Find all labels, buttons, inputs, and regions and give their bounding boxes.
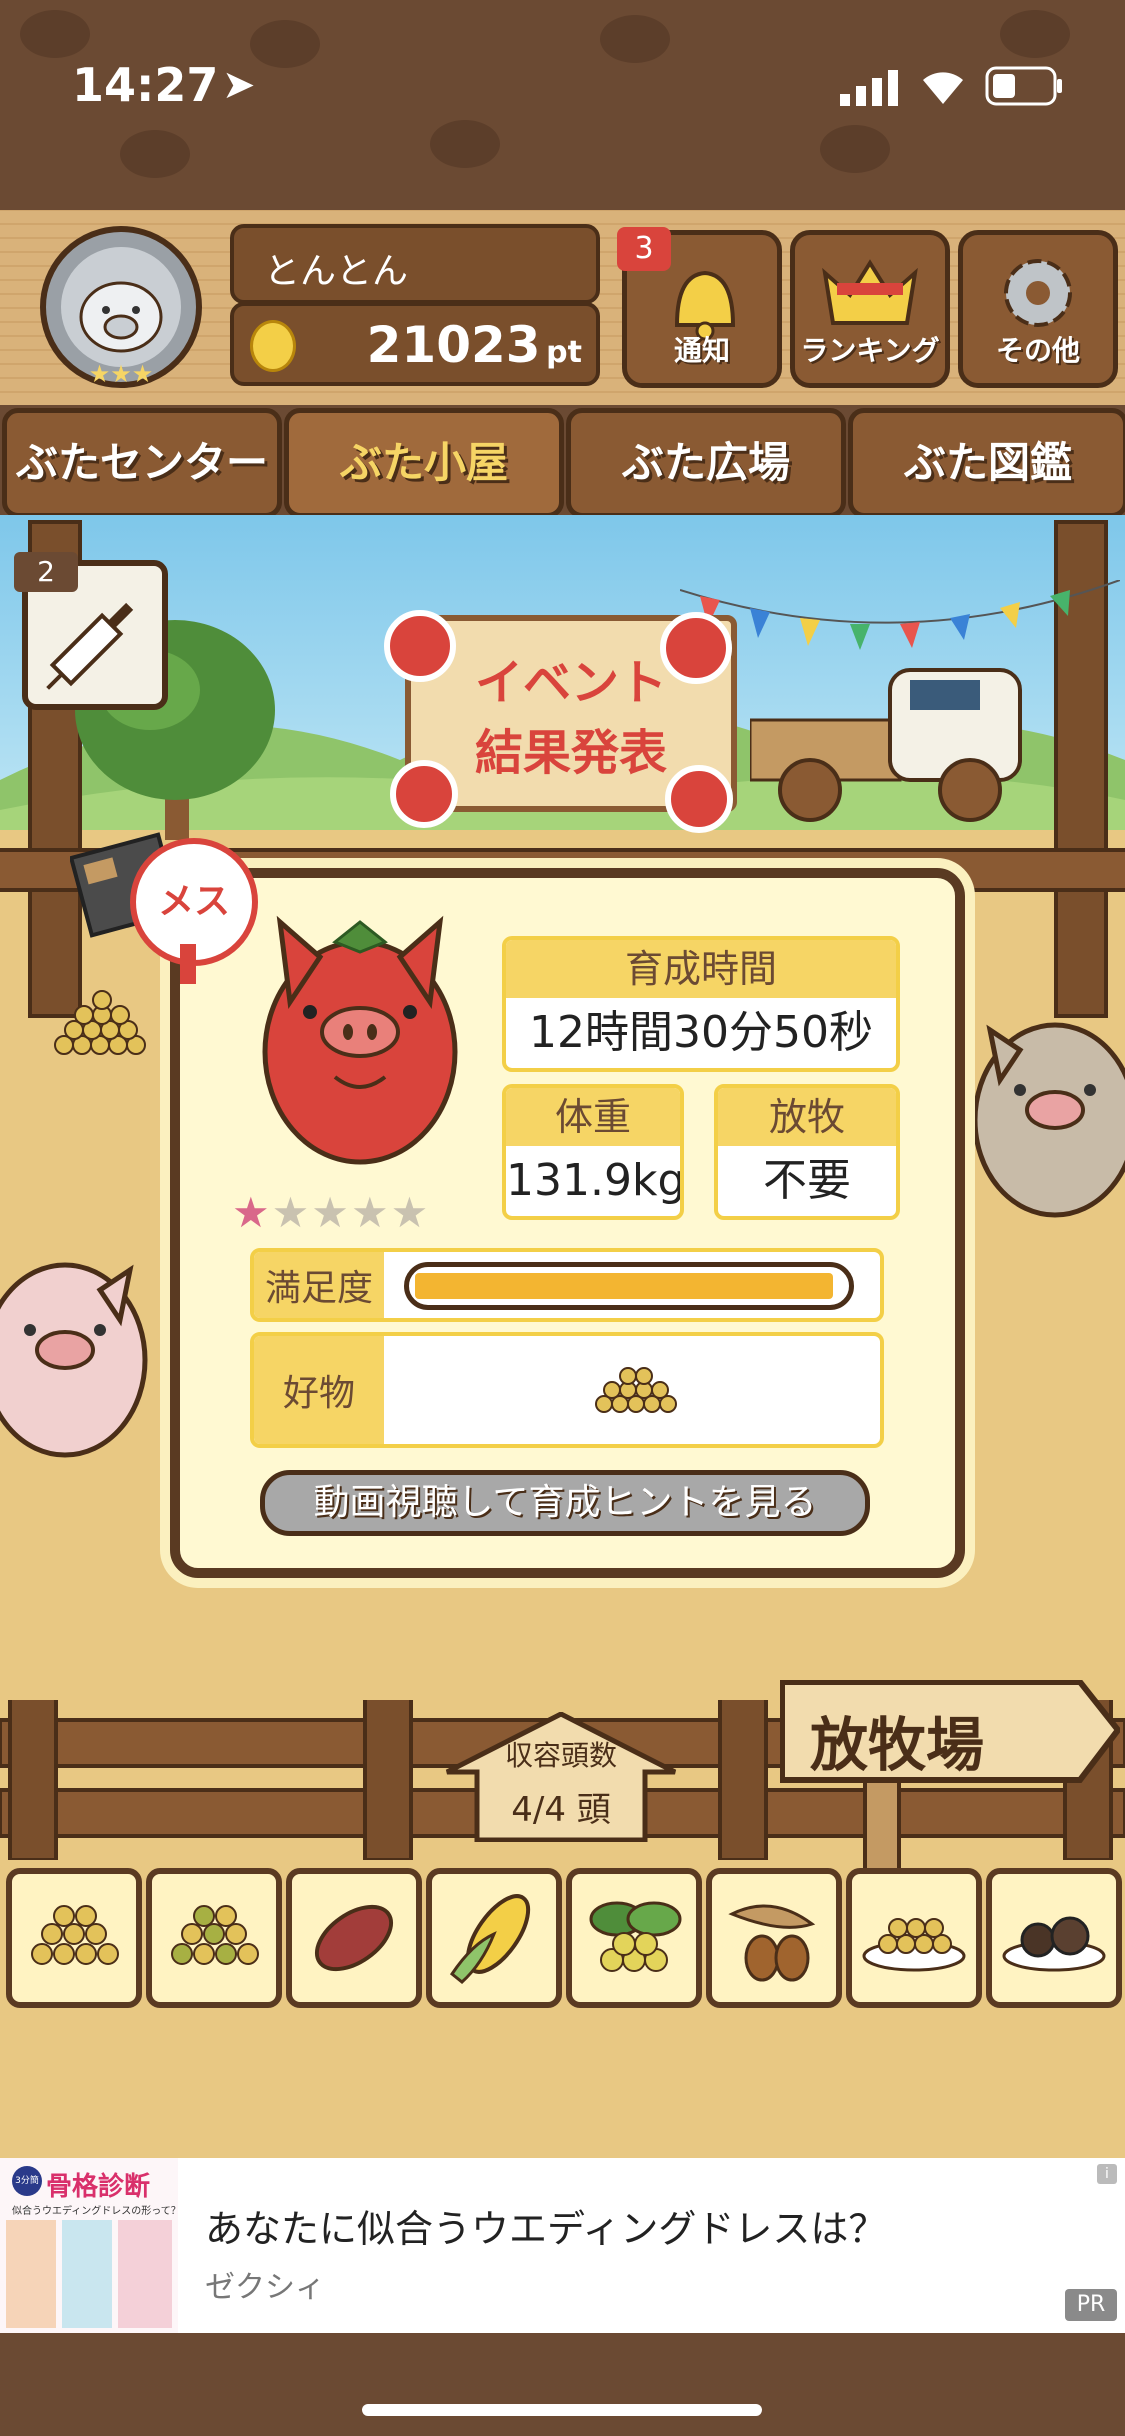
growth-time-box: 育成時間 12時間30分50秒	[502, 936, 900, 1072]
ad-info-icon[interactable]: i	[1097, 2164, 1117, 2184]
gender-label: メス	[157, 881, 230, 922]
soybean-icon	[595, 1367, 677, 1413]
rarity-stars: ★★★★★	[232, 1188, 430, 1237]
herb-berries-icon	[589, 1901, 682, 1972]
pasture-sign[interactable]: 放牧場	[780, 1680, 1120, 1880]
feed-mixed-beans[interactable]	[146, 1868, 282, 2008]
satisfaction-bar	[404, 1262, 854, 1310]
ad-image-title: 骨格診断	[46, 2172, 151, 2202]
star-empty-icon: ★★★★	[271, 1188, 431, 1237]
player-name-box: とんとん	[230, 224, 600, 304]
feed-soybean[interactable]	[6, 1868, 142, 2008]
wifi-icon	[918, 64, 968, 106]
crown-icon	[822, 259, 918, 325]
satisfaction-bar-fill	[415, 1273, 833, 1299]
ranking-label: ランキング	[800, 334, 940, 367]
player-avatar[interactable]: ★★★	[28, 222, 214, 392]
points-unit: pt	[546, 335, 582, 370]
bottom-background	[0, 2333, 1125, 2436]
feed-herb-berries[interactable]	[566, 1868, 702, 2008]
capacity-sign: 収容頭数 4/4 頭	[445, 1712, 677, 1842]
growth-time-value: 12時間30分50秒	[529, 1007, 873, 1058]
female-icon	[180, 944, 196, 984]
bowl-beans-icon	[862, 1918, 966, 1972]
favorite-food-label: 好物	[254, 1336, 384, 1444]
points-value: 21023	[366, 316, 541, 374]
gear-icon	[1004, 259, 1072, 327]
truffle-icon	[1002, 1916, 1106, 1972]
ad-image[interactable]: 3分簡単 骨格診断 似合うウエディングドレスの形って？	[0, 2158, 178, 2333]
ad-banner[interactable]: 3分簡単 骨格診断 似合うウエディングドレスの形って？ あなたに似合うウエディン…	[0, 2158, 1125, 2333]
syringe-item-button[interactable]: 2	[14, 552, 168, 710]
feed-corn[interactable]	[426, 1868, 562, 2008]
tab-buta-hiroba[interactable]: ぶた広場	[566, 408, 846, 518]
feed-bowl-beans[interactable]	[846, 1868, 982, 2008]
other-label: その他	[995, 334, 1080, 367]
weight-value: 131.9kg	[506, 1155, 684, 1206]
tomato-pig-portrait	[262, 915, 458, 1165]
ranking-button[interactable]: ランキング	[790, 230, 950, 388]
location-arrow-icon: ➤	[222, 62, 256, 108]
coin-icon	[250, 320, 296, 372]
tab-buta-center[interactable]: ぶたセンター	[2, 408, 282, 518]
ad-image-dress-panel	[62, 2220, 112, 2328]
ad-image-caption: 似合うウエディングドレスの形って？	[12, 2206, 178, 2217]
status-time: 14:27	[72, 58, 219, 112]
grazing-value: 不要	[763, 1155, 851, 1206]
soybean-icon	[31, 1905, 119, 1965]
rose-icon	[665, 765, 733, 833]
watch-video-hint-button[interactable]: 動画視聴して育成ヒントを見る	[260, 1470, 870, 1536]
truck	[748, 650, 1050, 830]
weight-label: 体重	[506, 1088, 680, 1146]
grazing-box: 放牧 不要	[714, 1084, 900, 1220]
tab-buta-zukan[interactable]: ぶた図鑑	[848, 408, 1125, 518]
notification-badge: 3	[617, 227, 671, 271]
weight-box: 体重 131.9kg	[502, 1084, 684, 1220]
favorite-food-row: 好物	[250, 1332, 884, 1448]
sweet-potato-icon	[314, 1904, 394, 1972]
capacity-value: 4/4 頭	[511, 1790, 611, 1830]
satisfaction-row: 満足度	[250, 1248, 884, 1322]
rose-icon	[390, 760, 458, 828]
pig-pink[interactable]	[0, 1240, 160, 1470]
ad-image-dress-panel	[6, 2220, 56, 2328]
ad-sponsor: ゼクシィ	[205, 2270, 325, 2305]
other-button[interactable]: その他	[958, 230, 1118, 388]
notification-label: 通知	[673, 334, 730, 367]
rose-icon	[384, 610, 456, 682]
svg-text:★★★: ★★★	[89, 360, 154, 388]
points-box: 21023 pt	[230, 302, 600, 386]
ad-pr-label: PR	[1065, 2289, 1117, 2321]
ad-title[interactable]: あなたに似合うウエディングドレスは？	[205, 2198, 886, 2253]
home-indicator[interactable]	[362, 2404, 762, 2416]
ad-image-dress-panel	[118, 2220, 172, 2328]
signal-icon	[840, 70, 904, 106]
feed-truffle[interactable]	[986, 1868, 1122, 2008]
notification-button[interactable]: 3 通知	[617, 227, 782, 388]
star-filled-icon: ★	[232, 1188, 272, 1237]
ad-image-tag: 3分簡単	[12, 2166, 42, 2216]
pasture-sign-label: 放牧場	[810, 1711, 985, 1779]
tab-buta-koya[interactable]: ぶた小屋	[284, 408, 564, 518]
battery-icon	[985, 66, 1065, 106]
rose-icon	[660, 612, 732, 684]
gender-badge: メス	[130, 838, 258, 984]
pig-info-panel: メス ★★★★★ 育成時間 12時間30分50秒 体重 131.9kg 放牧 不…	[130, 838, 965, 1578]
acorn-icon	[728, 1904, 816, 1982]
growth-time-label: 育成時間	[506, 940, 896, 998]
satisfaction-label: 満足度	[254, 1252, 384, 1318]
feed-sweet-potato[interactable]	[286, 1868, 422, 2008]
syringe-icon	[46, 602, 134, 690]
beans-pile	[44, 990, 164, 1060]
pig-gray[interactable]	[960, 1000, 1125, 1230]
feed-acorn[interactable]	[706, 1868, 842, 2008]
capacity-label: 収容頭数	[504, 1739, 617, 1772]
grazing-label: 放牧	[718, 1088, 896, 1146]
player-name: とんとん	[264, 251, 409, 292]
corn-icon	[449, 1894, 531, 1984]
mixed-beans-icon	[171, 1905, 259, 1965]
